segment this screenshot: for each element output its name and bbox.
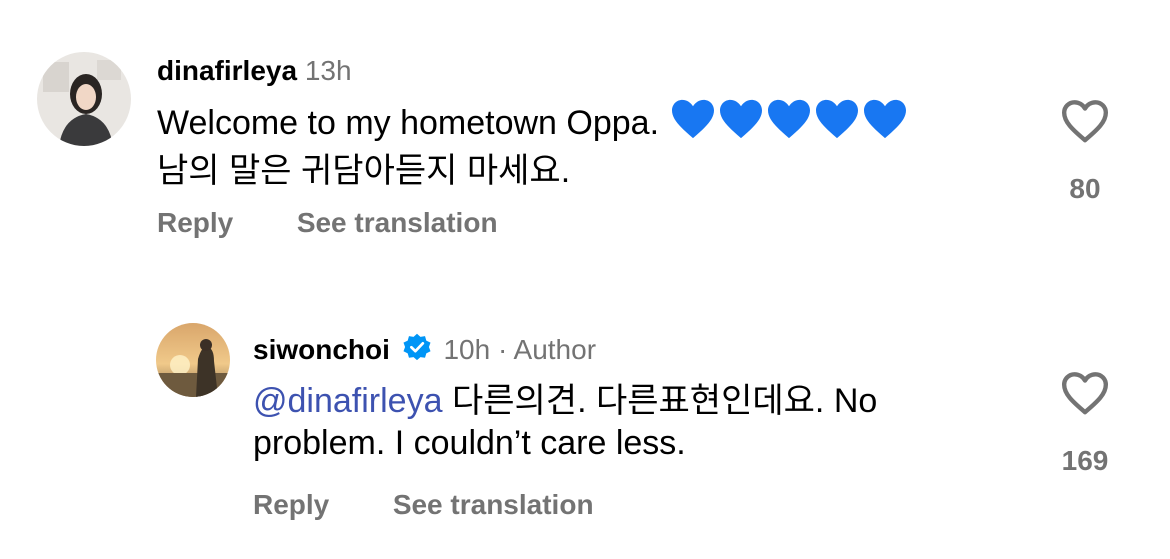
avatar[interactable]	[156, 323, 230, 397]
avatar[interactable]	[37, 52, 131, 146]
comment-text: Welcome to my hometown Oppa. 남의 말은 귀담아듣지…	[157, 98, 1037, 192]
like-control: 169	[1050, 370, 1120, 478]
reply-button[interactable]: Reply	[253, 488, 329, 522]
comment-header: dinafirleya 13h	[157, 54, 352, 88]
blue-heart-icon	[672, 99, 715, 139]
blue-hearts-emoji	[668, 98, 908, 150]
comment-actions: Reply See translation	[157, 206, 498, 240]
reply-button[interactable]: Reply	[157, 206, 233, 240]
see-translation-button[interactable]: See translation	[297, 206, 498, 240]
username[interactable]: dinafirleya	[157, 55, 297, 86]
timestamp: 13h	[304, 55, 352, 86]
username[interactable]: siwonchoi	[253, 334, 390, 365]
heart-icon[interactable]	[1060, 370, 1110, 416]
comment-text-line2: 남의 말은 귀담아듣지 마세요.	[157, 152, 571, 190]
comment-text-line1: 다른의견. 다른표현인데요. No	[451, 382, 878, 420]
comment-text: @dinafirleya 다른의견. 다른표현인데요. No problem. …	[253, 380, 953, 464]
verified-badge-icon	[403, 333, 431, 361]
author-label: Author	[513, 334, 597, 365]
comment-actions: Reply See translation	[253, 488, 594, 522]
like-count: 80	[1069, 173, 1101, 204]
separator-dot: ·	[497, 334, 508, 365]
comment-header: siwonchoi 10h · Author	[253, 333, 596, 367]
comment-text-line1: Welcome to my hometown Oppa.	[157, 104, 660, 142]
blue-heart-icon	[720, 99, 763, 139]
blue-heart-icon	[768, 99, 811, 139]
mention-link[interactable]: @dinafirleya	[253, 382, 443, 420]
like-control: 80	[1050, 98, 1120, 206]
timestamp: 10h	[443, 334, 491, 365]
blue-heart-icon	[864, 99, 907, 139]
heart-icon[interactable]	[1060, 98, 1110, 144]
comment-text-line2: problem. I couldn’t care less.	[253, 424, 686, 462]
blue-heart-icon	[816, 99, 859, 139]
like-count: 169	[1061, 445, 1109, 476]
comment-dinafirleya: dinafirleya 13h Welcome to my hometown O…	[0, 0, 1170, 260]
see-translation-button[interactable]: See translation	[393, 488, 594, 522]
comment-siwonchoi: siwonchoi 10h · Author @dinafirleya 다른의견…	[0, 280, 1170, 559]
